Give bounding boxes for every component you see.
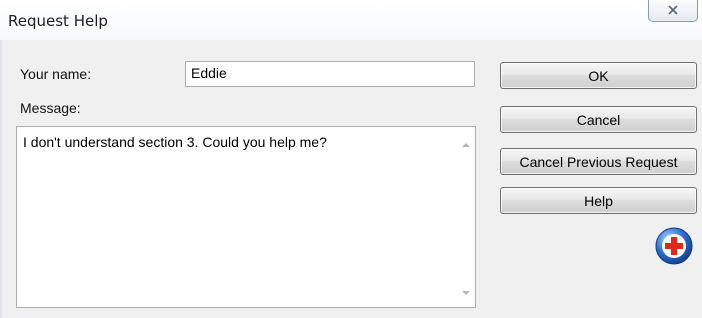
name-label: Your name: bbox=[20, 66, 92, 82]
dialog-left-edge bbox=[0, 40, 2, 318]
cancel-previous-request-button[interactable]: Cancel Previous Request bbox=[500, 148, 697, 175]
message-text: I don't understand section 3. Could you … bbox=[23, 134, 327, 150]
scroll-up-arrow-icon[interactable] bbox=[462, 143, 470, 147]
name-input[interactable]: Eddie bbox=[185, 61, 475, 87]
close-x-icon bbox=[668, 4, 678, 15]
help-button[interactable]: Help bbox=[500, 187, 697, 214]
message-textarea[interactable]: I don't understand section 3. Could you … bbox=[16, 126, 476, 308]
close-button[interactable] bbox=[648, 0, 698, 22]
red-cross-help-icon bbox=[655, 227, 693, 265]
window-title: Request Help bbox=[8, 12, 108, 30]
message-label: Message: bbox=[20, 100, 81, 116]
title-bar: Request Help bbox=[0, 0, 702, 40]
ok-button[interactable]: OK bbox=[500, 62, 697, 89]
cancel-button[interactable]: Cancel bbox=[500, 106, 697, 133]
message-scrollbar[interactable] bbox=[458, 127, 475, 307]
scroll-down-arrow-icon[interactable] bbox=[462, 291, 470, 295]
